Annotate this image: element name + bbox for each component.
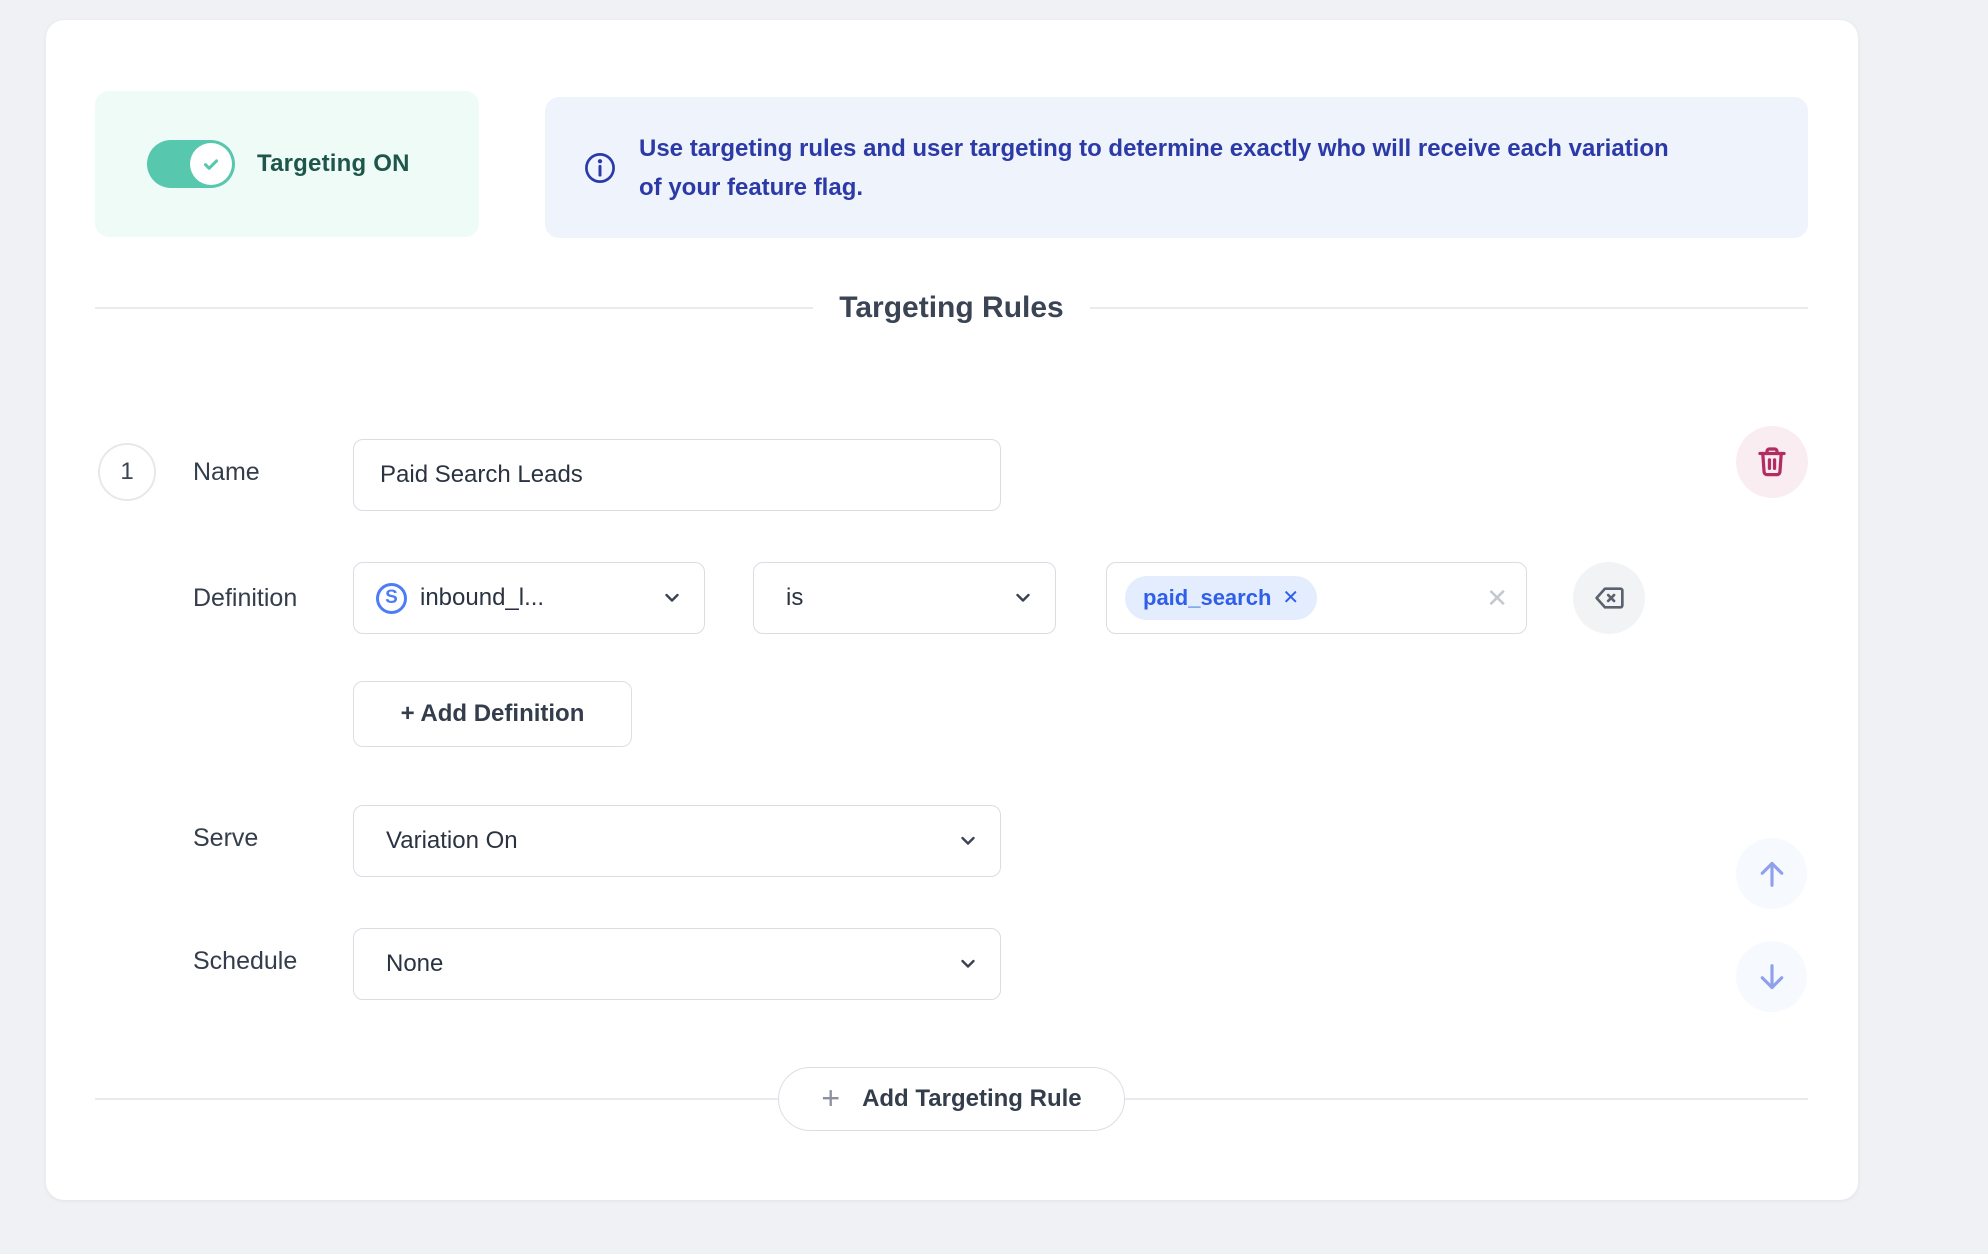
delete-rule-button[interactable]: [1736, 426, 1808, 498]
definition-values-input[interactable]: paid_search ✕ ✕: [1106, 562, 1527, 634]
schedule-dropdown[interactable]: None: [353, 928, 1001, 1000]
targeting-card: Targeting ON Use targeting rules and use…: [46, 20, 1858, 1200]
schedule-value: None: [386, 950, 443, 978]
rule-name-input[interactable]: Paid Search Leads: [353, 439, 1001, 511]
serve-label: Serve: [193, 823, 258, 853]
plus-icon: +: [821, 1082, 840, 1114]
value-tag: paid_search ✕: [1125, 576, 1317, 620]
definition-property-dropdown[interactable]: S inbound_l...: [353, 562, 705, 634]
info-banner-text: Use targeting rules and user targeting t…: [639, 129, 1669, 207]
serve-value: Variation On: [386, 827, 518, 855]
arrow-up-icon: [1754, 856, 1790, 892]
add-targeting-rule-label: Add Targeting Rule: [862, 1085, 1082, 1113]
chevron-down-icon: [958, 954, 978, 974]
chevron-down-icon: [662, 588, 682, 608]
targeting-toggle[interactable]: [147, 140, 235, 188]
add-targeting-rule-button[interactable]: + Add Targeting Rule: [778, 1067, 1124, 1131]
info-icon: [583, 151, 617, 185]
chevron-down-icon: [1013, 588, 1033, 608]
move-rule-down-button[interactable]: [1736, 941, 1807, 1012]
targeting-status-label: Targeting ON: [257, 150, 410, 178]
arrow-down-icon: [1754, 959, 1790, 995]
delete-definition-button[interactable]: [1573, 562, 1645, 634]
definition-property-value: inbound_l...: [420, 584, 544, 612]
divider: [1090, 307, 1808, 309]
string-type-icon: S: [376, 583, 407, 614]
add-definition-button[interactable]: + Add Definition: [353, 681, 632, 747]
section-title: Targeting Rules: [839, 291, 1063, 325]
add-definition-label: + Add Definition: [401, 700, 585, 728]
remove-tag-icon[interactable]: ✕: [1282, 588, 1299, 608]
trash-icon: [1755, 445, 1789, 479]
serve-dropdown[interactable]: Variation On: [353, 805, 1001, 877]
backspace-icon: [1593, 582, 1625, 614]
check-icon: [200, 153, 222, 175]
value-tag-text: paid_search: [1143, 585, 1271, 611]
schedule-label: Schedule: [193, 946, 297, 976]
toggle-knob: [190, 143, 232, 185]
name-label: Name: [193, 457, 260, 487]
info-banner: Use targeting rules and user targeting t…: [545, 97, 1808, 238]
targeting-status-panel: Targeting ON: [95, 91, 479, 237]
section-heading: Targeting Rules: [95, 291, 1808, 325]
rule-name-value: Paid Search Leads: [380, 461, 583, 489]
rule-number-badge: 1: [98, 443, 156, 501]
chevron-down-icon: [958, 831, 978, 851]
definition-comparator-value: is: [786, 584, 803, 612]
definition-label: Definition: [193, 583, 297, 613]
page: Targeting ON Use targeting rules and use…: [0, 0, 1988, 1254]
clear-values-icon[interactable]: ✕: [1486, 585, 1508, 611]
move-rule-up-button[interactable]: [1736, 838, 1807, 909]
definition-comparator-dropdown[interactable]: is: [753, 562, 1056, 634]
add-rule-row: + Add Targeting Rule: [95, 1067, 1808, 1131]
divider: [95, 307, 813, 309]
